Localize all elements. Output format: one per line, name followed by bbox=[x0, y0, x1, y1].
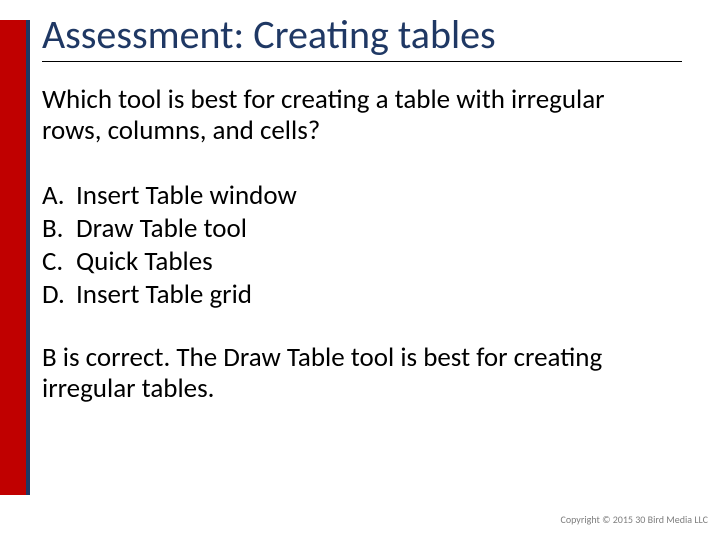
answer-text: B is correct. The Draw Table tool is bes… bbox=[42, 342, 662, 404]
option-letter: D. bbox=[42, 279, 76, 312]
option-letter: B. bbox=[42, 213, 76, 246]
content-area: Assessment: Creating tables Which tool i… bbox=[42, 10, 700, 540]
option-text: Quick Tables bbox=[76, 246, 213, 279]
option-text: Insert Table grid bbox=[76, 279, 252, 312]
option-d: D. Insert Table grid bbox=[42, 279, 700, 312]
option-c: C. Quick Tables bbox=[42, 246, 700, 279]
option-letter: C. bbox=[42, 246, 76, 279]
option-b: B. Draw Table tool bbox=[42, 213, 700, 246]
option-letter: A. bbox=[42, 180, 76, 213]
page-title: Assessment: Creating tables bbox=[42, 10, 682, 62]
accent-bar-red bbox=[0, 20, 26, 495]
options-list: A. Insert Table window B. Draw Table too… bbox=[42, 180, 700, 312]
option-text: Draw Table tool bbox=[76, 213, 247, 246]
option-a: A. Insert Table window bbox=[42, 180, 700, 213]
option-text: Insert Table window bbox=[76, 180, 297, 213]
question-text: Which tool is best for creating a table … bbox=[42, 84, 642, 146]
accent-bar-blue bbox=[26, 20, 30, 495]
copyright-text: Copyright © 2015 30 Bird Media LLC bbox=[561, 513, 709, 526]
slide: Assessment: Creating tables Which tool i… bbox=[0, 0, 720, 540]
